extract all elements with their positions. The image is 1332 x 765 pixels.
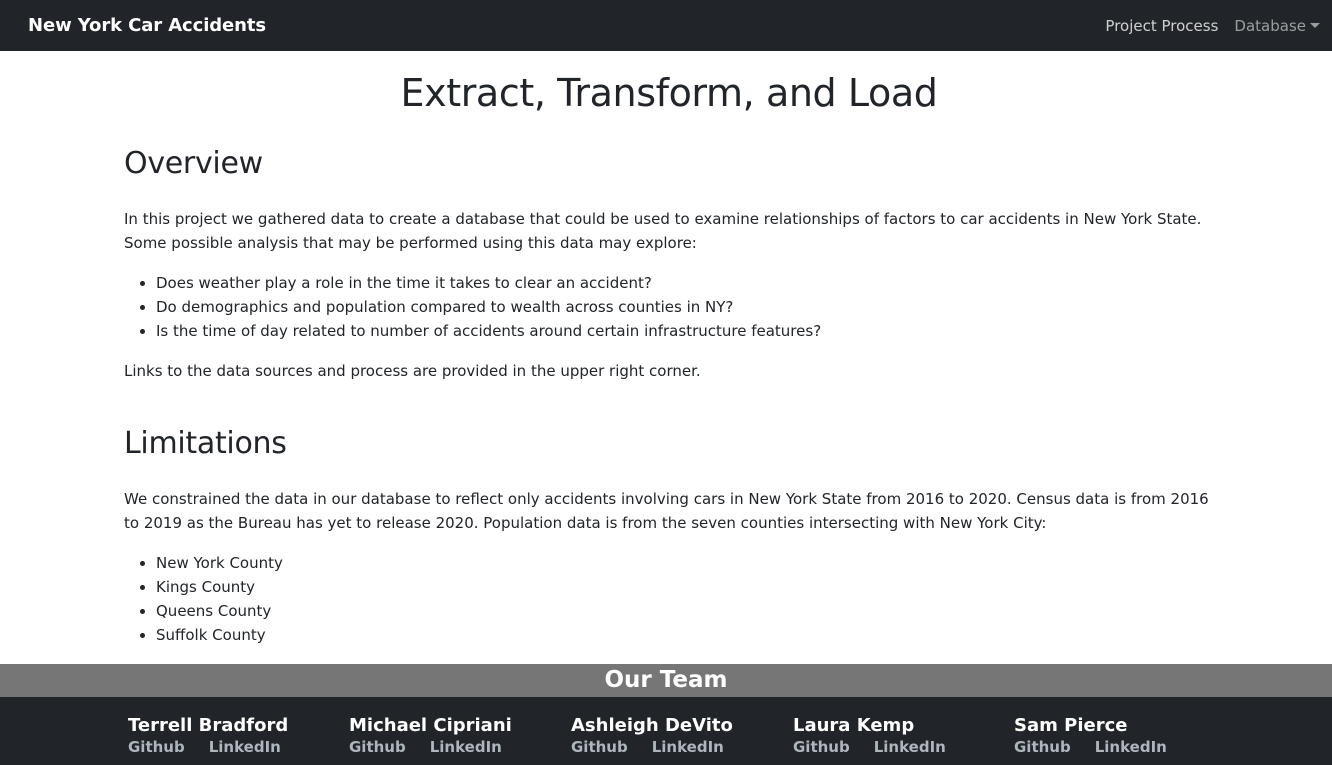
overview-heading: Overview — [124, 146, 263, 181]
nav-link-project-process[interactable]: Project Process — [1105, 17, 1218, 35]
github-link[interactable]: Github — [1014, 738, 1071, 756]
linkedin-link[interactable]: LinkedIn — [874, 738, 946, 756]
github-link[interactable]: Github — [571, 738, 628, 756]
limitations-text: We constrained the data in our database … — [124, 490, 1209, 532]
counties-list: New York County Kings County Queens Coun… — [124, 551, 1214, 647]
member-name: Laura Kemp — [793, 715, 915, 736]
questions-list: Does weather play a role in the time it … — [124, 271, 1214, 343]
member-links: Github LinkedIn — [793, 738, 993, 756]
team-member: Ashleigh DeVito Github LinkedIn — [571, 715, 771, 756]
linkedin-link[interactable]: LinkedIn — [1095, 738, 1167, 756]
links-note: Links to the data sources and process ar… — [124, 362, 701, 380]
linkedin-link[interactable]: LinkedIn — [430, 738, 502, 756]
github-link[interactable]: Github — [793, 738, 850, 756]
brand-link[interactable]: New York Car Accidents — [28, 15, 266, 36]
overview-intro: In this project we gathered data to crea… — [124, 210, 1202, 252]
nav-links: Project Process Database — [1105, 17, 1320, 35]
member-name: Terrell Bradford — [128, 715, 289, 736]
list-item: New York County — [156, 551, 1214, 575]
list-item: Suffolk County — [156, 623, 1214, 647]
limitations-heading: Limitations — [124, 426, 287, 461]
page-title: Extract, Transform, and Load — [400, 71, 938, 115]
member-links: Github LinkedIn — [349, 738, 549, 756]
member-links: Github LinkedIn — [571, 738, 771, 756]
top-navbar: New York Car Accidents Project Process D… — [0, 0, 1332, 51]
github-link[interactable]: Github — [349, 738, 406, 756]
member-name: Ashleigh DeVito — [571, 715, 733, 736]
list-item: Does weather play a role in the time it … — [156, 271, 1214, 295]
list-item: Queens County — [156, 599, 1214, 623]
team-member: Laura Kemp Github LinkedIn — [793, 715, 993, 756]
member-links: Github LinkedIn — [1014, 738, 1214, 756]
nav-dropdown-database-label: Database — [1234, 16, 1306, 35]
linkedin-link[interactable]: LinkedIn — [209, 738, 281, 756]
nav-dropdown-database[interactable]: Database — [1234, 17, 1320, 35]
main-content: Extract, Transform, and Load Overview In… — [124, 51, 1214, 647]
team-title: Our Team — [604, 667, 728, 693]
list-item: Is the time of day related to number of … — [156, 319, 1214, 343]
linkedin-link[interactable]: LinkedIn — [652, 738, 724, 756]
member-links: Github LinkedIn — [128, 738, 328, 756]
team-member: Terrell Bradford Github LinkedIn — [128, 715, 328, 756]
member-name: Sam Pierce — [1014, 715, 1128, 736]
list-item: Do demographics and population compared … — [156, 295, 1214, 319]
list-item: Kings County — [156, 575, 1214, 599]
team-header-band: Our Team — [0, 664, 1332, 697]
team-member: Sam Pierce Github LinkedIn — [1014, 715, 1214, 756]
github-link[interactable]: Github — [128, 738, 185, 756]
caret-down-icon — [1310, 22, 1320, 28]
team-member: Michael Cipriani Github LinkedIn — [349, 715, 549, 756]
team-footer: Terrell Bradford Github LinkedIn Michael… — [0, 697, 1332, 765]
member-name: Michael Cipriani — [349, 715, 512, 736]
